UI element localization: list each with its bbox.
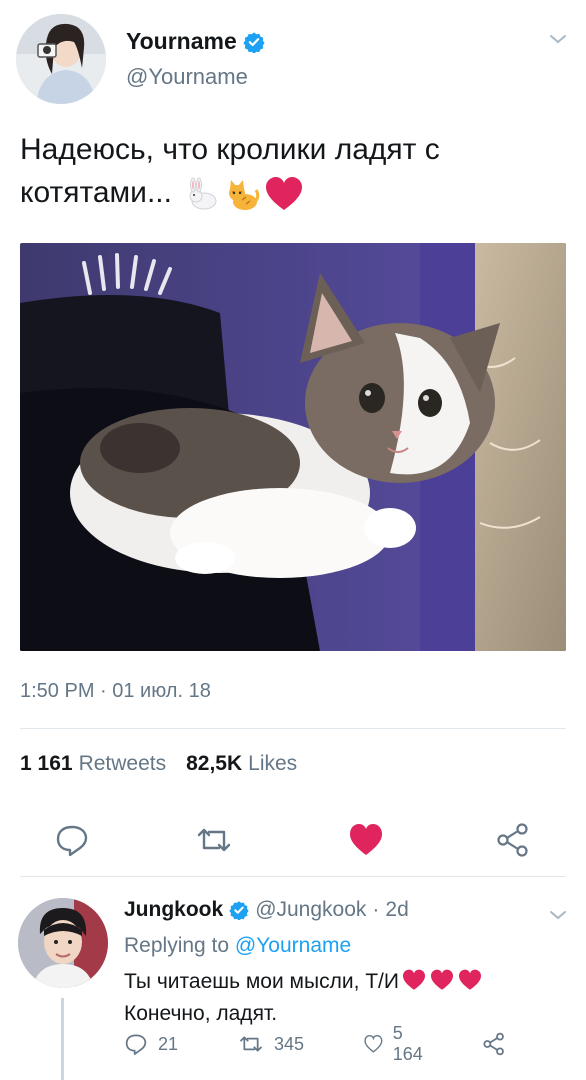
like-count: 5 164 [392, 1023, 423, 1064]
tweet-photo[interactable] [20, 243, 566, 651]
red-heart-emoji [459, 969, 481, 990]
avatar[interactable] [18, 898, 108, 988]
reply-button[interactable]: 21 [124, 1032, 178, 1056]
like-button[interactable] [346, 820, 386, 860]
retweets-count: 1 161 [20, 752, 73, 775]
like-button[interactable]: 5 164 [364, 1023, 428, 1065]
share-icon [497, 823, 528, 857]
share-button[interactable] [482, 1032, 506, 1056]
like-icon [364, 1034, 383, 1053]
separator: · [372, 898, 380, 921]
likes-count: 82,5K [186, 752, 243, 775]
red-heart-emoji [266, 177, 303, 211]
handle[interactable]: @Yourname [126, 64, 248, 90]
avatar-photo [16, 14, 106, 104]
divider [20, 728, 566, 729]
reply-line-1-text: Ты читаешь мои мысли, Т/И [124, 970, 399, 993]
display-name[interactable]: Jungkook [124, 898, 223, 922]
reply-line-2: Конечно, ладят. [124, 1002, 278, 1025]
retweet-icon [240, 1036, 262, 1052]
replying-to: Replying to @Yourname [124, 934, 351, 958]
retweets-stat[interactable]: 1 161 Retweets [20, 752, 166, 776]
verified-icon [229, 901, 249, 920]
reply-line-1: Ты читаешь мои мысли, Т/И [124, 966, 564, 998]
retweets-label: Retweets [78, 752, 167, 775]
red-heart-emoji [431, 969, 453, 990]
cat-emoji [229, 180, 260, 211]
verified-icon [243, 31, 265, 53]
emoji-row [184, 176, 304, 212]
reply-text: Ты читаешь мои мысли, Т/И Конечно, ладят… [124, 966, 564, 1030]
reply-icon [56, 825, 88, 857]
tweet-text: Надеюсь, что кролики ладят с котятами... [20, 128, 560, 214]
handle[interactable]: @Jungkook [255, 898, 366, 922]
avatar[interactable] [16, 14, 106, 104]
tweet-stats: 1 161 Retweets 82,5K Likes [20, 752, 297, 776]
reply-icon [125, 1034, 147, 1055]
reply-tweet[interactable]: Jungkook @Jungkook · 2d Replying to @You… [0, 880, 586, 1080]
retweet-count: 345 [274, 1033, 305, 1054]
thread-line [61, 998, 64, 1080]
retweet-button[interactable]: 345 [238, 1032, 304, 1056]
author-name-row: Yourname [126, 28, 265, 55]
replying-prefix: Replying to [124, 934, 230, 957]
reply-count: 21 [158, 1033, 179, 1054]
likes-stat[interactable]: 82,5K Likes [186, 752, 297, 776]
red-heart-emoji [403, 969, 425, 990]
display-name[interactable]: Yourname [126, 28, 237, 55]
share-icon [483, 1032, 504, 1056]
tweet-timestamp[interactable]: 1:50 PM · 01 июл. 18 [20, 680, 211, 703]
likes-label: Likes [248, 752, 298, 775]
divider [20, 876, 566, 877]
reply-header: Jungkook @Jungkook · 2d [124, 898, 409, 922]
chevron-down-icon[interactable] [548, 32, 568, 46]
share-button[interactable] [493, 820, 533, 860]
reply-age[interactable]: 2d [385, 898, 408, 922]
replying-to-link[interactable]: @Yourname [235, 934, 351, 957]
retweet-icon [197, 828, 231, 852]
like-icon [350, 824, 382, 855]
kitten-image [20, 243, 566, 651]
avatar-photo [18, 898, 108, 988]
rabbit-emoji [189, 177, 217, 210]
chevron-down-icon[interactable] [548, 908, 568, 922]
reply-button[interactable] [52, 820, 92, 860]
retweet-button[interactable] [194, 820, 234, 860]
